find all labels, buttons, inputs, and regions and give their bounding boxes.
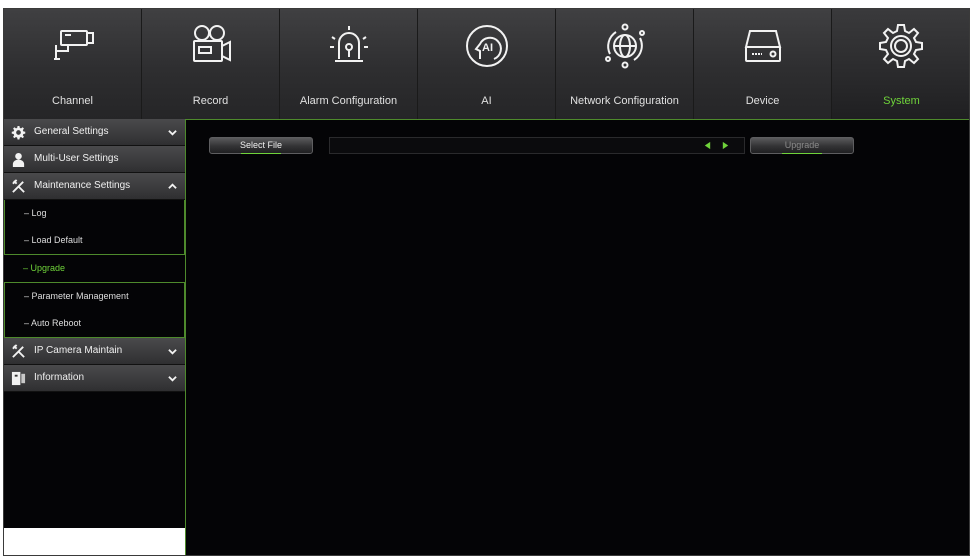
- chevron-down-icon: [168, 374, 177, 383]
- chevron-down-icon: [168, 128, 177, 137]
- maintenance-submenu-top: – Log – Load Default: [4, 200, 185, 255]
- sidebar-general-settings-label: General Settings: [34, 126, 109, 137]
- info-book-icon: [11, 371, 26, 386]
- sidebar-item-parameter-management[interactable]: – Parameter Management: [5, 283, 184, 310]
- sidebar-item-auto-reboot[interactable]: – Auto Reboot: [5, 310, 184, 337]
- sidebar-item-parameter-management-label: – Parameter Management: [24, 291, 129, 301]
- sidebar-item-log-label: – Log: [24, 208, 47, 218]
- menu-device[interactable]: Device: [694, 9, 832, 119]
- tools-icon: [11, 179, 26, 194]
- sidebar-item-log[interactable]: – Log: [5, 200, 184, 227]
- scroll-right-arrow-icon[interactable]: [721, 141, 730, 150]
- menu-record-label: Record: [192, 95, 229, 107]
- menu-network-configuration-label: Network Configuration: [570, 95, 679, 107]
- ai-head-icon: AI: [462, 21, 512, 71]
- sidebar-maintenance-settings[interactable]: Maintenance Settings: [4, 173, 185, 200]
- tools-icon: [11, 344, 26, 359]
- maintenance-submenu-bottom: – Parameter Management – Auto Reboot: [4, 282, 185, 338]
- menu-channel-label: Channel: [52, 95, 93, 107]
- hdd-device-icon: [738, 21, 788, 71]
- menu-ai[interactable]: AI AI: [418, 9, 556, 119]
- menu-system-label: System: [883, 95, 920, 107]
- gear-icon: [876, 21, 926, 71]
- sidebar-ip-camera-maintain[interactable]: IP Camera Maintain: [4, 338, 185, 365]
- chevron-up-icon: [168, 182, 177, 191]
- menu-system[interactable]: System: [832, 9, 969, 119]
- menu-record[interactable]: Record: [142, 9, 280, 119]
- chevron-down-icon: [168, 347, 177, 356]
- sidebar-empty-area: [4, 392, 185, 528]
- sidebar-maintenance-settings-label: Maintenance Settings: [34, 180, 131, 191]
- sidebar-item-upgrade-label: – Upgrade: [23, 263, 66, 273]
- menu-device-label: Device: [745, 95, 780, 107]
- sidebar-multi-user-settings[interactable]: Multi-User Settings: [4, 146, 185, 173]
- menu-alarm-configuration[interactable]: Alarm Configuration: [280, 9, 418, 119]
- sidebar-multi-user-settings-label: Multi-User Settings: [34, 153, 119, 164]
- select-file-button-label: Select File: [239, 140, 283, 150]
- alarm-siren-icon: [324, 21, 374, 71]
- sidebar-information[interactable]: Information: [4, 365, 185, 392]
- sidebar-general-settings[interactable]: General Settings: [4, 119, 185, 146]
- globe-network-icon: [600, 21, 650, 71]
- video-camera-icon: [186, 21, 236, 71]
- button-glow: [240, 153, 282, 154]
- menu-network-configuration[interactable]: Network Configuration: [556, 9, 694, 119]
- menu-ai-label: AI: [481, 95, 492, 107]
- button-glow: [781, 153, 823, 154]
- upgrade-button-label: Upgrade: [784, 140, 820, 150]
- menu-channel[interactable]: Channel: [4, 9, 142, 119]
- cctv-camera-icon: [48, 21, 98, 71]
- user-icon: [11, 152, 26, 167]
- sidebar-item-load-default-label: – Load Default: [24, 235, 83, 245]
- sidebar-item-auto-reboot-label: – Auto Reboot: [24, 318, 82, 328]
- select-file-button[interactable]: Select File: [209, 137, 313, 154]
- sidebar-ip-camera-maintain-label: IP Camera Maintain: [34, 345, 123, 356]
- nvr-screen: Channel Record Alarm Configuration AI AI…: [3, 8, 970, 556]
- top-menu: Channel Record Alarm Configuration AI AI…: [4, 9, 969, 119]
- menu-alarm-configuration-label: Alarm Configuration: [299, 95, 398, 107]
- sidebar-information-label: Information: [34, 372, 85, 383]
- sidebar: General Settings Multi-User Settings Mai…: [4, 119, 185, 555]
- file-path-field[interactable]: [329, 137, 745, 154]
- sidebar-item-upgrade[interactable]: – Upgrade: [4, 255, 185, 282]
- upgrade-panel: Select File Upgrade: [185, 119, 969, 555]
- svg-text:AI: AI: [482, 42, 493, 54]
- upgrade-button[interactable]: Upgrade: [750, 137, 854, 154]
- gear-icon: [11, 125, 26, 140]
- sidebar-item-load-default[interactable]: – Load Default: [5, 227, 184, 254]
- scroll-left-arrow-icon[interactable]: [703, 141, 712, 150]
